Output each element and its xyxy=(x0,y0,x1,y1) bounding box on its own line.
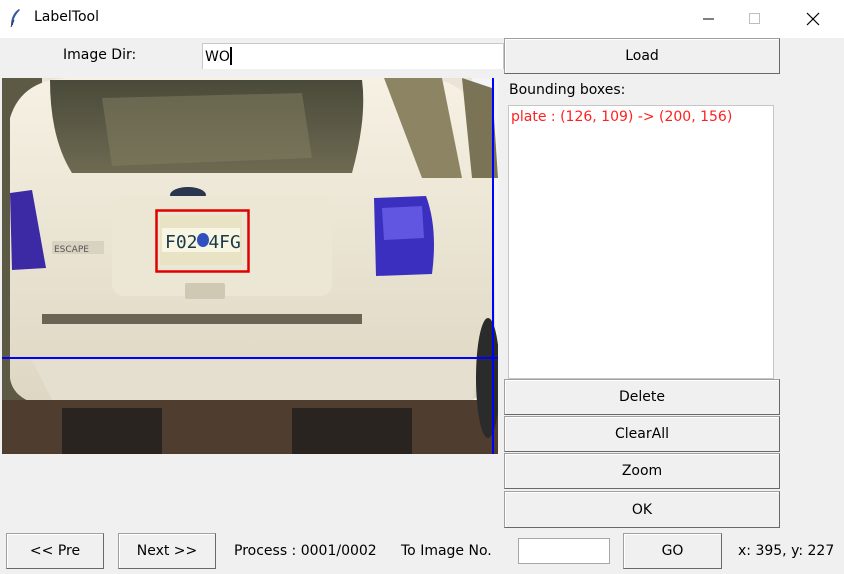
close-icon xyxy=(806,12,820,26)
image-dir-input[interactable] xyxy=(202,43,504,69)
image-canvas[interactable]: F02 4FG ESCAPE xyxy=(2,78,498,454)
maximize-icon xyxy=(749,13,760,24)
minimize-button[interactable] xyxy=(686,0,732,38)
bounding-boxes-label: Bounding boxes: xyxy=(509,82,626,98)
feather-icon xyxy=(10,9,20,28)
image-number-input[interactable] xyxy=(518,538,610,564)
escape-badge: ESCAPE xyxy=(54,245,89,255)
load-button[interactable]: Load xyxy=(504,38,780,74)
bounding-box-list[interactable]: plate : (126, 109) -> (200, 156) xyxy=(508,105,774,379)
process-status: Process : 0001/0002 xyxy=(234,543,377,559)
to-image-label: To Image No. xyxy=(401,543,492,559)
close-button[interactable] xyxy=(790,0,836,38)
image-dir-label: Image Dir: xyxy=(63,47,137,63)
maximize-button[interactable] xyxy=(732,0,778,38)
delete-button[interactable]: Delete xyxy=(504,379,780,415)
cursor-coordinates: x: 395, y: 227 xyxy=(738,543,835,559)
clear-all-button[interactable]: ClearAll xyxy=(504,416,780,452)
white-suv-rear-photo: F02 4FG ESCAPE xyxy=(2,78,498,454)
go-button[interactable]: GO xyxy=(623,533,722,569)
ok-button[interactable]: OK xyxy=(504,491,780,528)
text-caret xyxy=(230,47,232,65)
window-title: LabelTool xyxy=(34,9,99,25)
previous-button[interactable]: << Pre xyxy=(6,533,104,569)
zoom-button[interactable]: Zoom xyxy=(504,453,780,489)
title-bar: LabelTool xyxy=(0,0,844,38)
list-item[interactable]: plate : (126, 109) -> (200, 156) xyxy=(511,109,771,125)
minimize-icon xyxy=(703,18,714,20)
next-button[interactable]: Next >> xyxy=(118,533,216,569)
